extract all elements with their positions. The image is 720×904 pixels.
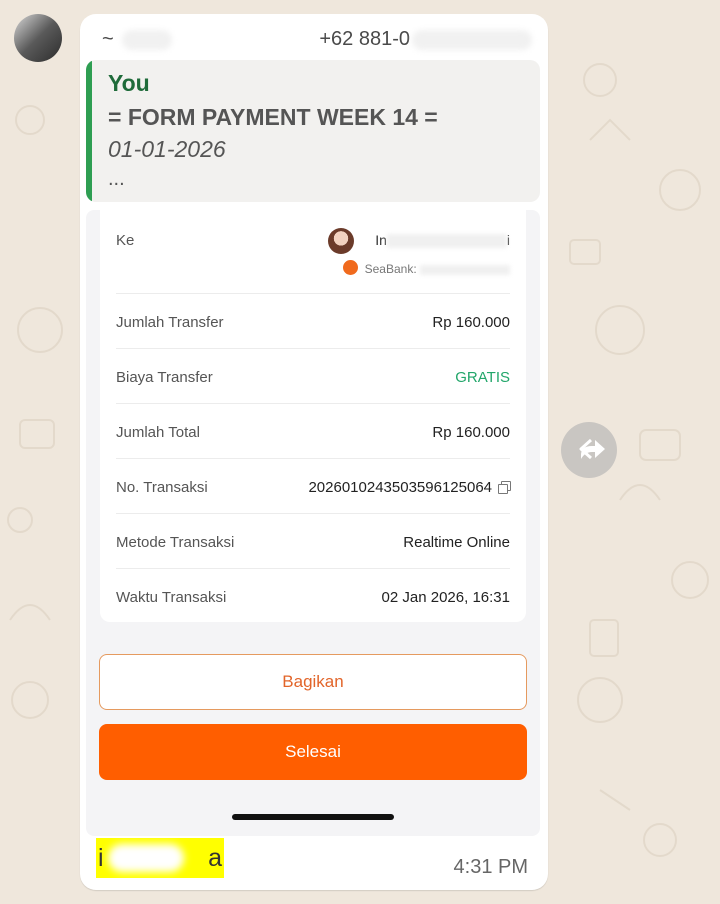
row-value: Realtime Online	[403, 534, 510, 551]
quoted-message[interactable]: You = FORM PAYMENT WEEK 14 = 01-01-2026 …	[86, 60, 540, 202]
row-label: Jumlah Transfer	[116, 314, 224, 331]
row-label: No. Transaksi	[116, 479, 208, 496]
redacted-name	[121, 29, 172, 50]
bank-account: SeaBank:	[365, 262, 510, 276]
quote-ellipsis: ...	[108, 168, 125, 190]
sender-row: ~ +62 881-0	[98, 24, 532, 54]
row-value: Rp 160.000	[432, 424, 510, 441]
sender-avatar[interactable]	[14, 14, 62, 62]
recipient-name-suffix: i	[506, 232, 510, 248]
row-label: Metode Transaksi	[116, 534, 235, 551]
recipient-avatar	[328, 228, 354, 254]
done-button: Selesai	[99, 724, 527, 780]
quote-date: 01-01-2026	[108, 136, 226, 162]
transaction-id: 2026010243503596125064	[308, 479, 492, 496]
share-button: Bagikan	[99, 654, 527, 710]
row-value: Rp 160.000	[432, 314, 510, 331]
row-value: 02 Jan 2026, 16:31	[381, 589, 510, 606]
recipient-label: Ke	[116, 232, 135, 249]
sender-name-prefix: ~	[102, 28, 114, 50]
redacted-caption	[108, 844, 184, 872]
receipt-image[interactable]: Ke In i SeaBank: Jumlah Transfer Rp 160.0…	[86, 210, 540, 836]
redacted-recipient	[386, 234, 507, 249]
forward-button[interactable]	[561, 422, 617, 478]
redacted-account	[420, 264, 510, 275]
bank-label: SeaBank:	[364, 262, 417, 276]
method-row: Metode Transaksi Realtime Online	[116, 514, 510, 569]
amount-row: Jumlah Transfer Rp 160.000	[116, 294, 510, 349]
message-caption: i a	[96, 838, 224, 878]
row-label: Biaya Transfer	[116, 369, 213, 386]
sender-phone[interactable]: +62 881-0	[319, 28, 532, 51]
row-label: Jumlah Total	[116, 424, 200, 441]
home-indicator	[232, 814, 394, 820]
recipient-row: Ke In i SeaBank:	[116, 210, 510, 294]
total-row: Jumlah Total Rp 160.000	[116, 404, 510, 459]
seabank-icon	[343, 260, 358, 275]
time-row: Waktu Transaksi 02 Jan 2026, 16:31	[116, 569, 510, 624]
copy-icon	[498, 481, 511, 494]
message-bubble: ~ +62 881-0 You = FORM PAYMENT WEEK 14 =…	[80, 14, 548, 890]
recipient-name: In i	[375, 232, 510, 249]
recipient-name-prefix: In	[375, 232, 387, 248]
transaction-id-row: No. Transaksi 2026010243503596125064	[116, 459, 511, 514]
row-label: Waktu Transaksi	[116, 589, 227, 606]
fee-row: Biaya Transfer GRATIS	[116, 349, 510, 404]
quote-title: = FORM PAYMENT WEEK 14 =	[108, 104, 438, 130]
row-value: 2026010243503596125064	[308, 479, 511, 496]
receipt-card: Ke In i SeaBank: Jumlah Transfer Rp 160.0…	[100, 210, 526, 622]
quote-bar	[86, 60, 92, 202]
quote-author: You	[108, 70, 150, 96]
caption-end: a	[208, 844, 222, 872]
sender-name[interactable]: ~	[102, 28, 172, 51]
caption-start: i	[98, 844, 104, 872]
forward-icon	[579, 438, 605, 460]
message-time: 4:31 PM	[453, 856, 528, 878]
sender-phone-text: +62 881-0	[319, 28, 410, 50]
row-value: GRATIS	[455, 369, 510, 386]
redacted-phone	[412, 29, 532, 50]
